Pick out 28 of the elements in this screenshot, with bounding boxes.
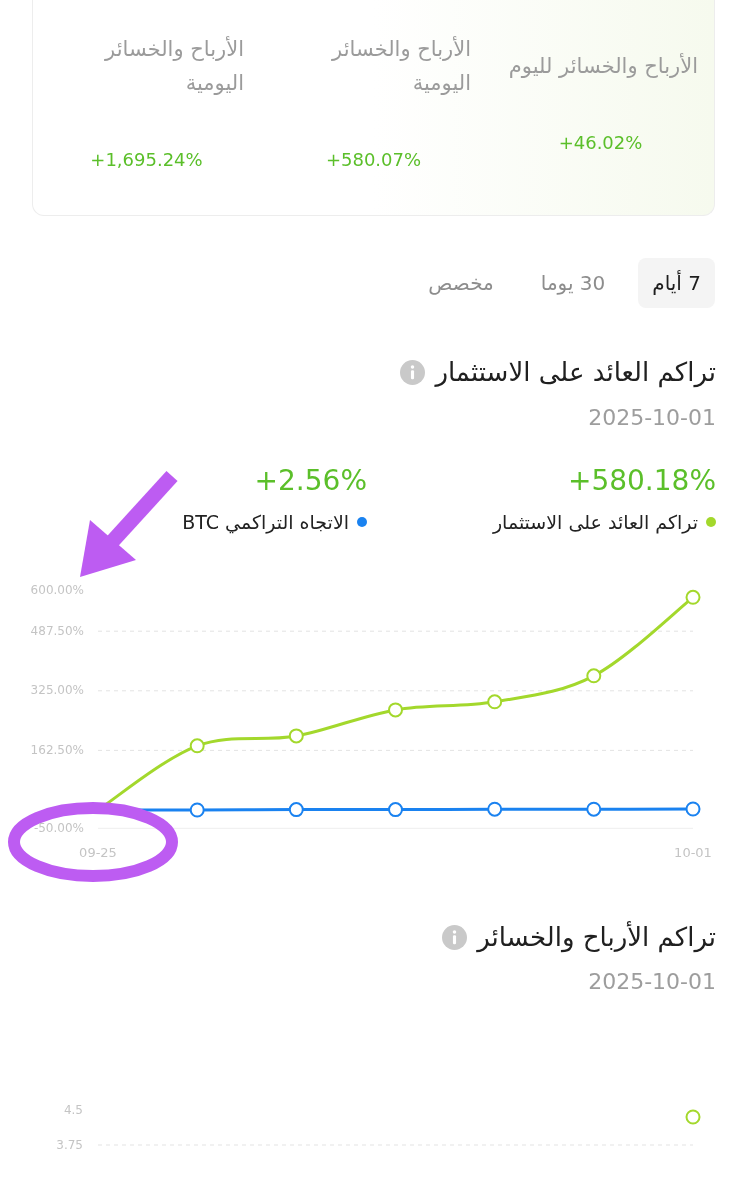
y-axis-label: 162.50% (30, 742, 84, 757)
stat-label: الأرباح والخسائر اليومية (330, 35, 471, 97)
period-tab[interactable]: 7 أيام (638, 258, 715, 308)
section-title: تراكم الأرباح والخسائر (477, 920, 716, 955)
y-axis-label: 487.50% (30, 623, 84, 638)
legend-value: +2.56% (254, 463, 367, 499)
x-axis-label: 10-01 (674, 844, 712, 860)
section-title: تراكم العائد على الاستثمار (435, 356, 716, 390)
stat-label: الأرباح والخسائر اليومية (103, 35, 244, 97)
stat-value: +580.07% (325, 147, 422, 172)
legend-value: +580.18% (567, 463, 716, 499)
info-icon[interactable] (442, 924, 468, 950)
y-axis-label: 325.00% (30, 683, 84, 698)
date-label: 2025-10-01 (588, 968, 716, 996)
x-axis-label: 09-25 (79, 844, 117, 860)
stat-value: +1,695.24% (90, 147, 203, 172)
stat-value: +46.02% (558, 130, 643, 155)
stat-label: الأرباح والخسائر لليوم (508, 52, 698, 80)
legend-label: الاتجاه التراكمي BTC (182, 510, 349, 536)
period-tab[interactable]: 30 يوما (526, 258, 620, 308)
y-axis-label: 3.75 (56, 1137, 83, 1152)
period-tab[interactable]: مخصص (414, 258, 508, 308)
info-icon[interactable] (400, 359, 426, 385)
y-axis-label: 600.00% (30, 582, 84, 597)
legend-label: تراكم العائد على الاستثمار (492, 510, 698, 536)
y-axis-label: -50.00% (33, 820, 84, 835)
y-axis-label: 4.5 (63, 1102, 83, 1117)
date-label: 2025-10-01 (588, 404, 716, 432)
